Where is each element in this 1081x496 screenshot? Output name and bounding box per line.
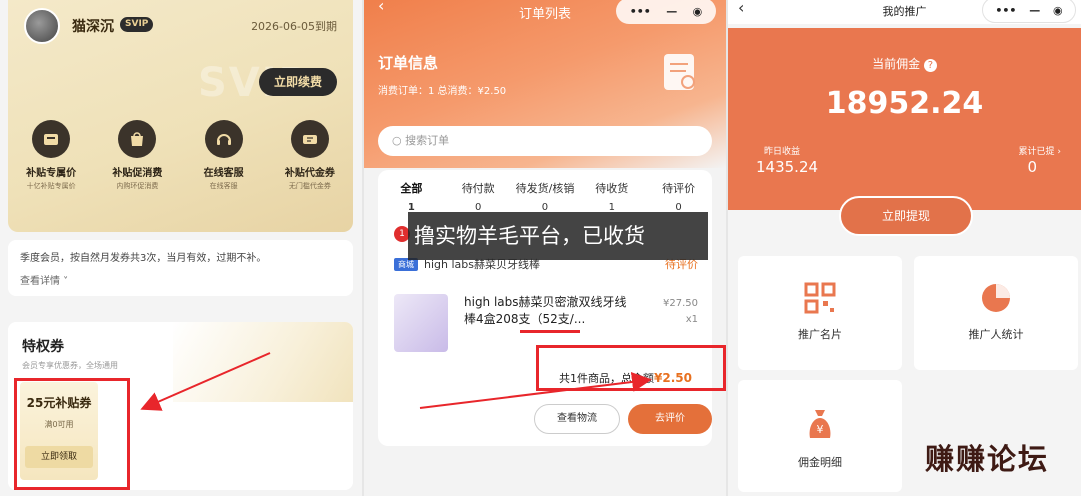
perk-online-service[interactable]: 在线客服 在线客服 [184,120,264,191]
tab-pending-receive[interactable]: 待收货 1 [578,180,645,213]
product-price: ¥27.50 [663,298,698,309]
tab-label: 待付款 [461,182,495,195]
coupon-highlight-box [14,378,130,490]
perk-subtitle: 十亿补贴专属价 [26,182,76,190]
svip-badge: SVIP [120,17,154,32]
mini-program-capsule: ••• — ◉ [982,0,1076,23]
more-icon[interactable]: ••• [630,5,651,18]
user-name: 猫深沉 [72,19,114,35]
tab-label: 待收货 [595,182,629,195]
close-icon[interactable]: ◉ [693,5,703,18]
help-icon[interactable]: ? [923,59,937,72]
orders-title: 订单信息 [378,54,439,72]
view-logistics-button[interactable]: 查看物流 [534,404,620,434]
perk-subtitle: 在线客服 [209,182,238,190]
tile-label: 佣金明细 [798,456,842,469]
membership-notice: 季度会员，按自然月发券共3次，当月有效，过期不补。 查看详情 ˅ [8,240,353,296]
search-icon: ○ [392,134,406,147]
scroll-icon [664,54,695,90]
perk-title: 补贴促消费 [112,168,163,179]
tab-pending-review[interactable]: 待评价 0 [645,180,712,213]
withdrawn-label[interactable]: 累计已提 › [1019,144,1061,157]
tile-label: 推广名片 [798,328,842,341]
perk-subtitle: 内购环促消费 [116,182,159,190]
perk-title: 在线客服 [203,168,244,179]
qr-code-icon [804,282,836,314]
commission-banner: 当前佣金 ? 18952.24 昨日收益 1435.24 累计已提 › 0 [728,28,1081,210]
shopping-bag-icon [118,120,157,158]
overlay-caption: 撸实物羊毛平台，已收货 [408,212,708,260]
tile-promo-card[interactable]: 推广名片 [738,256,902,370]
svip-membership-panel: 猫深沉 SVIP 2026-06-05到期 SVIP 立即续费 补贴专属价 十亿… [0,0,362,496]
orders-summary: 消费订单：1 总消费：¥2.50 [378,86,507,97]
renew-button[interactable]: 立即续费 [259,68,337,96]
privilege-subtitle: 会员专享优惠券，全场通用 [22,361,118,370]
price-tag-icon [32,120,71,158]
withdraw-button[interactable]: 立即提现 [839,196,973,236]
view-details-link[interactable]: 查看详情 ˅ [20,272,341,287]
yesterday-value: 1435.24 [756,158,819,176]
money-bag-icon: ¥ [809,410,831,438]
search-input[interactable]: ○ 搜索订单 [378,126,712,156]
mini-program-capsule: ••• — ◉ [616,0,716,24]
more-icon[interactable]: ••• [995,4,1016,17]
product-qty: x1 [685,314,698,325]
my-promotion-panel: ‹ 我的推广 ••• — ◉ 当前佣金 ? 18952.24 昨日收益 1435… [728,0,1081,496]
tab-label: 待发货/核销 [515,182,575,195]
search-placeholder: 搜索订单 [405,134,450,147]
tab-label: 全部 [400,182,423,195]
privilege-decoration [173,322,353,402]
perk-title: 补贴专属价 [26,168,77,179]
minimize-icon[interactable]: — [1029,4,1040,17]
notice-text: 季度会员，按自然月发券共3次，当月有效，过期不补。 [20,253,267,264]
tab-pending-ship[interactable]: 待发货/核销 0 [512,180,579,213]
forum-watermark: 赚赚论坛 [925,442,1050,476]
close-icon[interactable]: ◉ [1053,4,1063,17]
minimize-icon[interactable]: — [666,5,677,18]
tile-promoter-stats[interactable]: 推广人统计 [914,256,1078,370]
perks-row: 补贴专属价 十亿补贴专属价 补贴促消费 内购环促消费 在线客服 在线客服 补贴代… [8,120,353,191]
expire-date: 2026-06-05到期 [251,20,337,33]
commission-value: 18952.24 [825,86,984,121]
tile-commission-detail[interactable]: ¥ 佣金明细 [738,380,902,492]
perk-subsidy-price[interactable]: 补贴专属价 十亿补贴专属价 [11,120,91,191]
product-image[interactable] [394,294,448,352]
product-title[interactable]: high labs赫菜贝密澈双线牙线棒4盒208支（52支/... [464,294,630,328]
withdrawn-value: 0 [1027,158,1037,176]
total-highlight-box [536,345,726,391]
perk-voucher[interactable]: 补贴代金券 无门槛代金券 [270,120,350,191]
product-price-block: ¥27.50 x1 [663,296,698,328]
review-button[interactable]: 去评价 [628,404,712,434]
ticket-icon [290,120,329,158]
tab-all[interactable]: 全部 1 [378,180,445,213]
privilege-title: 特权券 [22,339,64,355]
commission-label: 当前佣金 ? [728,55,1081,72]
pie-chart-icon [982,284,1010,312]
yesterday-label: 昨日收益 [764,147,801,157]
perk-subsidy-consume[interactable]: 补贴促消费 内购环促消费 [97,120,177,191]
membership-header: 猫深沉 SVIP 2026-06-05到期 SVIP 立即续费 [8,0,353,232]
tile-label: 推广人统计 [968,328,1024,341]
perk-title: 补贴代金券 [284,168,335,179]
quantity-underline [520,330,580,333]
order-tabs: 全部 1 待付款 0 待发货/核销 0 待收货 1 待评价 0 [378,180,712,213]
tab-label: 待评价 [662,182,696,195]
svg-text:¥: ¥ [817,423,824,436]
tab-pending-payment[interactable]: 待付款 0 [445,180,512,213]
perk-subtitle: 无门槛代金券 [288,182,331,190]
headset-icon [204,120,243,158]
avatar[interactable] [24,8,60,44]
